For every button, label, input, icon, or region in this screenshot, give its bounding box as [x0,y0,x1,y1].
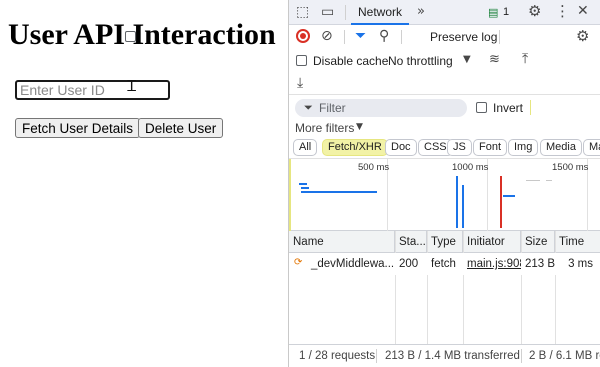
type-filter-manifest[interactable]: Ma [583,139,600,156]
request-marker [462,185,464,228]
invert-checkbox[interactable] [476,102,487,113]
divider [530,100,531,115]
download-icon[interactable]: ⤓ [297,76,303,90]
filter-icon: ⏷ [304,101,313,114]
user-id-input[interactable] [15,80,170,100]
request-initiator-link[interactable]: main.js:908 [463,253,521,275]
type-filter-all[interactable]: All [293,139,318,156]
invert-label: Invert [493,101,524,115]
resources-size: 2 B / 6.1 MB re [529,350,600,362]
column-time[interactable]: Time [555,231,600,253]
column-divider [555,231,556,344]
divider [521,349,522,363]
more-options-icon[interactable]: ⋮ [555,4,570,19]
column-divider [395,231,396,344]
issues-icon[interactable]: ▤ [488,7,498,18]
fetch-request-icon: ⟳ [294,257,303,268]
devtools-tabbar: ⬚ ▭ Network » ▤ 1 ⚙ ⋮ ✕ [289,0,600,25]
type-filter-fetch-xhr[interactable]: Fetch/XHR [322,139,388,156]
dom-content-loaded-line [456,176,458,228]
transferred-size: 213 B / 1.4 MB transferred [385,350,520,362]
filter-placeholder: Filter [319,101,346,115]
column-name[interactable]: Name [289,231,395,253]
network-toolbar: ⊘ ⏷ ⚲ Preserve log ⚙ [125,25,600,49]
table-row[interactable]: ⟳ _devMiddlewa... 200 fetch main.js:908 … [289,253,600,275]
type-filter-doc[interactable]: Doc [385,139,417,156]
throttling-select[interactable]: No throttling [388,54,453,68]
upload-icon[interactable]: ⤒ [522,52,528,66]
text-cursor-icon: Ꮖ [127,77,137,95]
network-toolbar-3: ⤓ [289,72,600,95]
device-toolbar-icon[interactable]: ▭ [321,5,334,19]
request-bar [301,191,377,193]
column-status[interactable]: Sta... [395,231,427,253]
disable-cache-checkbox[interactable] [296,55,307,66]
range-handle-left[interactable] [289,159,291,231]
divider [499,30,500,44]
filter-input[interactable]: ⏷ Filter [295,99,467,117]
disable-cache-label: Disable cache [313,54,389,68]
type-filter-font[interactable]: Font [473,139,508,156]
search-icon[interactable]: ⚲ [379,29,389,43]
divider [344,30,345,44]
column-divider [427,231,428,344]
issues-count[interactable]: 1 [503,6,509,18]
request-bar [503,195,515,197]
tick-label: 1000 ms [452,162,489,173]
column-size[interactable]: Size [521,231,555,253]
request-bar [301,187,309,189]
divider [345,5,346,20]
divider [401,30,402,44]
request-status: 200 [399,258,419,270]
request-name[interactable]: _devMiddlewa... [307,253,395,275]
page-title: User API Interaction [8,18,276,51]
request-bar [546,180,552,181]
delete-user-button[interactable]: Delete User [138,118,224,138]
request-type: fetch [431,258,456,270]
network-settings-icon[interactable]: ⚙ [576,29,589,44]
close-icon[interactable]: ✕ [577,4,589,18]
request-size: 213 B [525,258,555,270]
record-dot [300,33,306,39]
inspect-element-icon[interactable]: ⬚ [296,5,309,19]
request-bar [299,183,307,185]
network-toolbar-2: Disable cache No throttling ▼ ≋ ⤒ [289,49,600,72]
request-time: 3 ms [568,258,593,270]
tick-label: 1500 ms [552,162,589,173]
clear-icon[interactable]: ⊘ [321,29,333,43]
load-event-line [500,176,502,228]
type-filter-img[interactable]: Img [508,139,539,156]
devtools-panel: ⬚ ▭ Network » ▤ 1 ⚙ ⋮ ✕ ⊘ ⏷ ⚲ Preserve l… [125,0,600,367]
webpage: User API Interaction Ꮖ Fetch User Detail… [0,0,288,367]
tab-network[interactable]: Network [351,0,409,25]
type-filter-media[interactable]: Media [540,139,582,156]
preserve-log-label: Preserve log [430,30,498,44]
column-initiator[interactable]: Initiator [463,231,521,253]
column-divider [463,231,464,344]
request-bar [526,180,540,181]
more-filters-button[interactable]: More filters [295,121,354,135]
tick-label: 500 ms [358,162,390,173]
network-overview-timeline[interactable]: 500 ms 1000 ms 1500 ms [289,159,600,231]
column-divider [521,231,522,344]
dropdown-arrow-icon[interactable]: ▼ [463,55,471,65]
filter-funnel-icon[interactable]: ⏷ [355,29,366,43]
more-tabs-icon[interactable]: » [417,5,425,18]
network-status-bar: 1 / 28 requests 213 B / 1.4 MB transferr… [289,344,600,367]
fetch-user-details-button[interactable]: Fetch User Details [15,118,141,138]
type-filter-js[interactable]: JS [447,139,472,156]
column-type[interactable]: Type [427,231,463,253]
requests-count: 1 / 28 requests [299,350,376,362]
settings-gear-icon[interactable]: ⚙ [528,4,541,19]
requests-table-header: Name Sta... Type Initiator Size Time [289,231,600,253]
divider [376,349,377,363]
network-conditions-icon[interactable]: ≋ [489,53,500,66]
more-filters-arrow-icon[interactable]: ▼ [356,123,363,132]
